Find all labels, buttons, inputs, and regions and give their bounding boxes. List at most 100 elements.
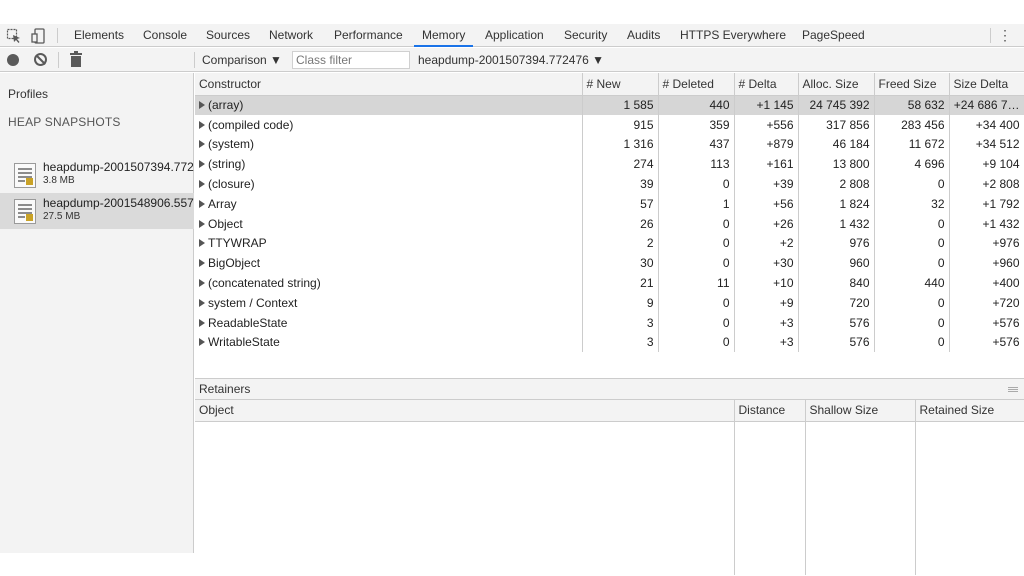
value-cell: 440 bbox=[658, 95, 735, 115]
tab-audits[interactable]: Audits bbox=[627, 24, 660, 47]
value-cell: +576 bbox=[949, 312, 1024, 333]
comparison-table: Constructor # New # Deleted # Delta Allo… bbox=[195, 73, 1024, 353]
tab-memory[interactable]: Memory bbox=[414, 24, 474, 47]
tab-application[interactable]: Application bbox=[485, 24, 544, 47]
expand-triangle-icon[interactable] bbox=[199, 101, 205, 110]
table-row[interactable]: Object 26 0 +26 1 432 0 +1 432 bbox=[195, 213, 1024, 234]
constructor-name: BigObject bbox=[208, 256, 261, 271]
expand-triangle-icon[interactable] bbox=[199, 239, 205, 248]
value-cell: 440 bbox=[874, 273, 950, 293]
tab-security[interactable]: Security bbox=[564, 24, 607, 47]
expand-triangle-icon[interactable] bbox=[199, 298, 205, 307]
value-cell: +30 bbox=[734, 253, 799, 274]
value-cell: 0 bbox=[874, 213, 950, 234]
value-cell: 26 bbox=[582, 213, 659, 234]
tab-elements[interactable]: Elements bbox=[74, 24, 124, 47]
table-row[interactable]: Array 57 1 +56 1 824 32 +1 792 bbox=[195, 193, 1024, 214]
value-cell: +720 bbox=[949, 292, 1024, 313]
expand-triangle-icon[interactable] bbox=[199, 259, 205, 268]
value-cell: 0 bbox=[658, 174, 735, 194]
value-cell: 359 bbox=[658, 114, 735, 135]
value-cell: 1 316 bbox=[582, 134, 659, 155]
table-row[interactable]: (compiled code) 915 359 +556 317 856 283 456 +… bbox=[195, 114, 1024, 135]
table-row[interactable]: (closure) 39 0 +39 2 808 0 +2 808 bbox=[195, 174, 1024, 194]
class-filter-input[interactable] bbox=[292, 51, 410, 69]
column-header-new[interactable]: # New bbox=[582, 73, 659, 96]
table-row[interactable]: (array) 1 585 440 +1 145 24 745 392 58 632 +24… bbox=[195, 95, 1024, 115]
column-header-deleted[interactable]: # Deleted bbox=[658, 73, 735, 96]
trash-icon[interactable] bbox=[70, 51, 82, 68]
table-row[interactable]: TTYWRAP 2 0 +2 976 0 +976 bbox=[195, 233, 1024, 254]
value-cell: +161 bbox=[734, 154, 799, 175]
value-cell: +10 bbox=[734, 273, 799, 293]
constructor-cell: (concatenated string) bbox=[195, 273, 583, 293]
value-cell: 0 bbox=[874, 174, 950, 194]
value-cell: +1 145 bbox=[734, 95, 799, 115]
value-cell: 0 bbox=[874, 332, 950, 353]
heap-snapshot-icon bbox=[14, 163, 36, 188]
table-header-row: Constructor # New # Deleted # Delta Allo… bbox=[195, 73, 1024, 96]
record-icon[interactable] bbox=[7, 54, 19, 66]
base-snapshot-select[interactable]: heapdump-2001507394.772476 ▼ bbox=[418, 48, 604, 72]
table-row[interactable]: system / Context 9 0 +9 720 0 +720 bbox=[195, 292, 1024, 313]
column-header-retained-size[interactable]: Retained Size bbox=[915, 400, 1024, 422]
expand-triangle-icon[interactable] bbox=[199, 199, 205, 208]
tab-performance[interactable]: Performance bbox=[334, 24, 403, 47]
tab-sources[interactable]: Sources bbox=[206, 24, 250, 47]
divider bbox=[58, 52, 59, 68]
tab-pagespeed[interactable]: PageSpeed bbox=[802, 24, 865, 47]
expand-triangle-icon[interactable] bbox=[199, 338, 205, 347]
tab-network[interactable]: Network bbox=[269, 24, 313, 47]
column-header-freed-size[interactable]: Freed Size bbox=[874, 73, 950, 96]
value-cell: 1 585 bbox=[582, 95, 659, 115]
table-row[interactable]: (string) 274 113 +161 13 800 4 696 +9 104 bbox=[195, 154, 1024, 175]
column-header-size-delta[interactable]: Size Delta bbox=[949, 73, 1024, 96]
device-toolbar-icon[interactable] bbox=[31, 28, 47, 44]
constructor-name: Array bbox=[208, 196, 237, 211]
value-cell: 0 bbox=[874, 292, 950, 313]
table-row[interactable]: WritableState 3 0 +3 576 0 +576 bbox=[195, 332, 1024, 353]
constructor-name: ReadableState bbox=[208, 315, 288, 330]
resize-grip-icon[interactable] bbox=[1008, 387, 1018, 392]
constructor-cell: ReadableState bbox=[195, 312, 583, 333]
value-cell: 2 808 bbox=[798, 174, 875, 194]
table-row[interactable]: ReadableState 3 0 +3 576 0 +576 bbox=[195, 312, 1024, 333]
expand-triangle-icon[interactable] bbox=[199, 160, 205, 169]
column-header-distance[interactable]: Distance bbox=[734, 400, 806, 422]
value-cell: 9 bbox=[582, 292, 659, 313]
expand-triangle-icon[interactable] bbox=[199, 279, 205, 288]
value-cell: 11 672 bbox=[874, 134, 950, 155]
value-cell: 0 bbox=[874, 253, 950, 274]
value-cell: +24 686 7… bbox=[949, 95, 1024, 115]
column-header-alloc-size[interactable]: Alloc. Size bbox=[798, 73, 875, 96]
expand-triangle-icon[interactable] bbox=[199, 120, 205, 129]
profiles-sidebar: Profiles HEAP SNAPSHOTS heapdump-2001507… bbox=[0, 73, 194, 553]
expand-triangle-icon[interactable] bbox=[199, 180, 205, 189]
expand-triangle-icon[interactable] bbox=[199, 219, 205, 228]
column-header-shallow-size[interactable]: Shallow Size bbox=[805, 400, 916, 422]
tab-console[interactable]: Console bbox=[143, 24, 187, 47]
table-row[interactable]: (concatenated string) 21 11 +10 840 440 +400 bbox=[195, 273, 1024, 293]
expand-triangle-icon[interactable] bbox=[199, 318, 205, 327]
constructor-name: (compiled code) bbox=[208, 117, 294, 132]
column-header-delta[interactable]: # Delta bbox=[734, 73, 799, 96]
constructor-cell: BigObject bbox=[195, 253, 583, 274]
value-cell: +26 bbox=[734, 213, 799, 234]
value-cell: 720 bbox=[798, 292, 875, 313]
value-cell: 317 856 bbox=[798, 114, 875, 135]
column-header-constructor[interactable]: Constructor bbox=[195, 73, 583, 96]
value-cell: 39 bbox=[582, 174, 659, 194]
snapshot-item[interactable]: heapdump-2001548906.557 27.5 MB bbox=[0, 193, 194, 229]
snapshot-item[interactable]: heapdump-2001507394.772476 3.8 MB bbox=[0, 157, 194, 193]
column-header-object[interactable]: Object bbox=[195, 400, 735, 422]
expand-triangle-icon[interactable] bbox=[199, 140, 205, 149]
constructor-cell: system / Context bbox=[195, 292, 583, 313]
more-options-icon[interactable]: ⋮ bbox=[998, 24, 1012, 47]
table-row[interactable]: (system) 1 316 437 +879 46 184 11 672 +34 512 bbox=[195, 134, 1024, 155]
table-row[interactable]: BigObject 30 0 +30 960 0 +960 bbox=[195, 253, 1024, 274]
clear-all-icon[interactable] bbox=[34, 53, 47, 66]
inspect-element-icon[interactable] bbox=[6, 28, 22, 44]
snapshot-size: 27.5 MB bbox=[43, 211, 81, 222]
view-mode-select[interactable]: Comparison ▼ bbox=[202, 48, 282, 72]
tab-https-everywhere[interactable]: HTTPS Everywhere bbox=[680, 24, 786, 47]
